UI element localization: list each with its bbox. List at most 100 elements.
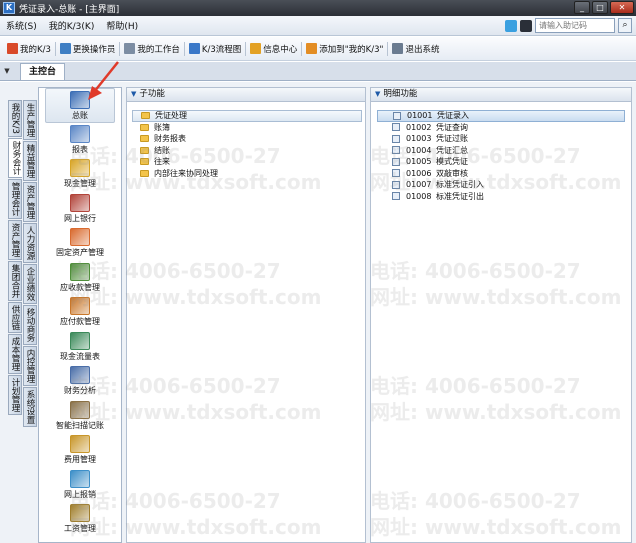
subfunction-pane: 凭证处理 账簿 财务报表 结账往来 内部往来协同处理: [126, 102, 366, 543]
toolbar-button[interactable]: 退出系统: [389, 39, 442, 59]
window-title: 凭证录入-总账 - [主界面]: [19, 4, 120, 15]
vertical-tab[interactable]: 资产管理: [8, 219, 22, 260]
subfunction-label: 账簿: [154, 122, 170, 132]
vertical-tab[interactable]: 生产管理: [23, 100, 37, 140]
module-item[interactable]: 费用管理: [39, 433, 121, 468]
subfunction-item[interactable]: 结账: [132, 145, 362, 157]
fixed-assets-icon: [70, 228, 90, 246]
toolbar-button[interactable]: 信息中心: [247, 39, 300, 59]
vertical-tab[interactable]: 成本管理: [8, 334, 22, 375]
document-icon: [392, 169, 400, 178]
tab-main-console[interactable]: 主控台: [20, 63, 66, 80]
detail-code: 01004: [406, 145, 432, 155]
module-item[interactable]: 财务分析: [39, 364, 121, 399]
detail-item[interactable]: 01002 凭证查询: [377, 122, 625, 134]
subfunction-header: ▼ 子功能: [126, 87, 366, 102]
folder-icon: [140, 135, 149, 143]
detail-item[interactable]: 01007 标准凭证引入: [377, 179, 625, 191]
document-icon: [392, 134, 400, 143]
module-item[interactable]: 工资管理: [39, 502, 121, 537]
cash-management-icon: [70, 159, 90, 177]
vertical-tab[interactable]: 管理会计: [8, 178, 22, 219]
subfunction-label: 结账: [154, 145, 170, 155]
vertical-tab[interactable]: 企业绩效: [23, 264, 37, 304]
vertical-tab[interactable]: 内控管理: [23, 346, 37, 386]
k3-app-icon: K: [3, 2, 15, 14]
detail-item[interactable]: 01001 凭证录入: [377, 110, 625, 122]
toolbar-separator: [245, 41, 247, 56]
mnemonic-search-input[interactable]: [535, 18, 615, 33]
financial-analysis-icon: [70, 366, 90, 384]
module-item[interactable]: 应收款管理: [39, 261, 121, 296]
detail-code: 01008: [406, 191, 432, 201]
vertical-tab[interactable]: 系统设置: [23, 387, 37, 427]
detail-label: 双敲审核: [436, 168, 468, 178]
toolbar-button[interactable]: 我的工作台: [121, 39, 183, 59]
vertical-tab[interactable]: 我的K/3: [8, 100, 22, 137]
detail-code: 01007: [406, 180, 432, 190]
module-item[interactable]: 应付款管理: [39, 295, 121, 330]
toolbar-button[interactable]: 我的K/3: [4, 39, 54, 59]
cloud-icon[interactable]: [505, 19, 517, 32]
subfunction-label: 内部往来协同处理: [154, 168, 218, 178]
subfunction-item[interactable]: 账簿: [132, 122, 362, 134]
subfunction-item[interactable]: 财务报表: [132, 133, 362, 145]
payables-icon: [70, 297, 90, 315]
minimize-button[interactable]: _: [574, 1, 590, 14]
menu-help[interactable]: 帮助(H): [100, 19, 144, 32]
detail-label: 标准凭证引入: [436, 180, 484, 190]
module-item[interactable]: 网上银行: [39, 192, 121, 227]
detail-item[interactable]: 01003 凭证过账: [377, 133, 625, 145]
vertical-tab[interactable]: 精益管理: [23, 141, 37, 181]
vertical-tab[interactable]: 供应链: [8, 301, 22, 334]
mobile-icon[interactable]: [520, 19, 532, 32]
collapse-icon[interactable]: ▼: [375, 90, 380, 98]
vertical-tab[interactable]: 财务会计: [8, 137, 22, 178]
my-k3-icon: [7, 43, 18, 54]
detail-item[interactable]: 01008 标准凭证引出: [377, 191, 625, 203]
toolbar-button-label: K/3流程图: [201, 44, 242, 55]
module-item[interactable]: 智能扫描记账: [39, 399, 121, 434]
vertical-tab[interactable]: 计划管理: [8, 375, 22, 416]
module-label: 现金管理: [64, 179, 96, 188]
tab-dropdown-icon[interactable]: ▼: [0, 62, 14, 80]
toolbar-separator: [301, 41, 303, 56]
module-item[interactable]: 网上报销: [39, 468, 121, 503]
detail-item[interactable]: 01005 模式凭证: [377, 156, 625, 168]
module-item[interactable]: 固定资产管理: [39, 226, 121, 261]
detail-item[interactable]: 01004 凭证汇总: [377, 145, 625, 157]
toolbar-button[interactable]: 更换操作员: [57, 39, 119, 59]
toolbar-button[interactable]: K/3流程图: [186, 39, 244, 59]
flowchart-icon: [188, 43, 200, 54]
detail-code: 01002: [406, 122, 432, 132]
online-reimburse-icon: [70, 469, 90, 488]
module-label: 总账: [72, 111, 88, 120]
menu-right-tools: ⌕: [505, 18, 632, 33]
close-button[interactable]: ✕: [610, 1, 634, 14]
vertical-tab[interactable]: 移动商务: [23, 305, 37, 345]
detail-item[interactable]: 01006 双敲审核: [377, 168, 625, 180]
menu-my-k3[interactable]: 我的K/3(K): [43, 19, 101, 32]
vertical-tab[interactable]: 资产管理: [23, 182, 37, 222]
menu-system[interactable]: 系统(S): [0, 19, 43, 32]
module-label: 工资管理: [64, 524, 96, 533]
module-item[interactable]: 报表: [39, 123, 121, 158]
module-item[interactable]: 现金管理: [39, 157, 121, 192]
online-bank-icon: [70, 193, 90, 212]
subfunction-label: 往来: [154, 157, 170, 167]
detail-label: 凭证查询: [436, 122, 468, 132]
toolbar-separator: [183, 41, 185, 56]
maximize-button[interactable]: □: [592, 1, 608, 14]
detail-code: 01006: [406, 168, 432, 178]
subfunction-item[interactable]: 凭证处理: [132, 110, 362, 122]
subfunction-item[interactable]: 内部往来协同处理: [132, 168, 362, 180]
toolbar-button[interactable]: 添加到"我的K/3": [303, 39, 386, 59]
vertical-tab[interactable]: 集团合并: [8, 260, 22, 301]
toolbar-separator: [119, 41, 121, 56]
module-item[interactable]: 现金流量表: [39, 330, 121, 365]
search-icon[interactable]: ⌕: [618, 18, 632, 33]
subfunction-item[interactable]: 往来: [132, 156, 362, 168]
collapse-icon[interactable]: ▼: [131, 90, 136, 98]
vertical-tab[interactable]: 人力资源: [23, 223, 37, 263]
detail-code: 01001: [407, 111, 433, 121]
